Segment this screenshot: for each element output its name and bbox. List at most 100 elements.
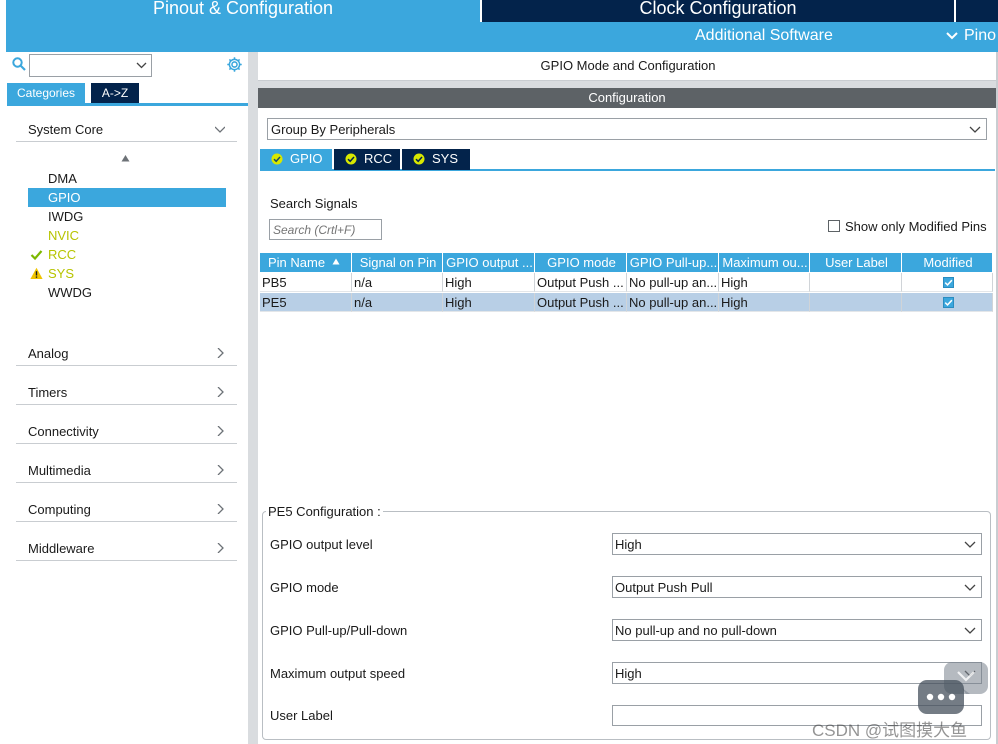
peripheral-label: DMA [48,171,77,186]
select-value: No pull-up and no pull-down [615,623,777,638]
peripheral-item-sys[interactable]: SYS [28,264,226,283]
cell-user-label [810,273,902,292]
column-header-output-level[interactable]: GPIO output ... [443,253,535,272]
tab-sys[interactable]: SYS [402,149,470,170]
peripheral-item-gpio[interactable]: GPIO [28,188,226,207]
section-label: Computing [28,502,91,517]
peripheral-label: IWDG [48,209,84,224]
section-multimedia[interactable]: Multimedia [16,459,237,483]
pe5-configuration-title: PE5 Configuration : [266,504,383,519]
chevron-down-icon [969,126,981,133]
show-modified-label: Show only Modified Pins [845,219,987,234]
sort-ascending-icon [332,258,340,265]
config-label-gpio-mode: GPIO mode [270,580,339,595]
section-label: Timers [28,385,68,400]
chevron-down-icon [946,32,958,40]
search-icon[interactable] [12,57,26,71]
output-level-select[interactable]: High [612,533,982,555]
peripheral-label: RCC [48,247,77,262]
chevron-right-icon [217,387,224,397]
section-connectivity[interactable]: Connectivity [16,420,237,444]
column-header-gpio-mode[interactable]: GPIO mode [535,253,627,272]
gear-icon[interactable] [226,56,243,73]
section-label: Multimedia [28,463,91,478]
search-signals-input[interactable] [269,219,382,240]
chevron-right-icon [217,543,224,553]
section-label: System Core [28,122,104,137]
select-value: High [615,537,642,552]
additional-software-link[interactable]: Additional Software [695,27,833,45]
chevron-down-icon [964,541,976,548]
modified-checkbox[interactable] [943,297,954,308]
panel-separator [258,81,998,88]
tab-clock-configuration[interactable]: Clock Configuration [482,0,954,22]
peripheral-item-wwdg[interactable]: WWDG [28,283,226,302]
column-header-max-speed[interactable]: Maximum ou... [719,253,810,272]
section-analog[interactable]: Analog [16,342,237,366]
section-system-core[interactable]: System Core [16,118,237,142]
column-header-pin-name[interactable]: Pin Name [260,253,352,272]
cell-pull: No pull-up an... [627,273,719,292]
select-value: High [615,666,642,681]
section-computing[interactable]: Computing [16,498,237,522]
peripheral-item-rcc[interactable]: RCC [28,245,226,264]
warning-icon [30,267,43,279]
peripheral-label: SYS [48,266,75,281]
pinout-view-label: Pino [964,27,997,44]
app-window: Pinout & Configuration Clock Configurati… [0,0,998,744]
panel-splitter[interactable] [248,52,258,744]
section-label: Analog [28,346,69,361]
tab-project-manager[interactable] [956,0,998,22]
cell-signal: n/a [352,273,443,292]
check-circle-icon [271,153,283,165]
gpio-mode-select[interactable]: Output Push Pull [612,576,982,598]
cell-pin-name: PE5 [260,293,352,312]
tab-a-to-z[interactable]: A->Z [91,83,139,103]
tab-label: GPIO [290,151,323,166]
tab-pinout-configuration[interactable]: Pinout & Configuration [6,0,480,22]
tab-categories[interactable]: Categories [7,83,85,103]
peripheral-search-combo[interactable] [29,54,152,77]
table-row[interactable]: PE5 n/a High Output Push ... No pull-up … [260,293,993,312]
chat-bubble-icon[interactable] [918,662,990,720]
tab-label: SYS [432,151,459,166]
peripheral-label: NVIC [48,228,80,243]
section-timers[interactable]: Timers [16,381,237,405]
column-header-modified[interactable]: Modified [902,253,993,272]
tab-gpio[interactable]: GPIO [260,149,332,170]
column-title: Pin Name [268,255,326,270]
group-by-select[interactable]: Group By Peripherals [267,118,987,140]
column-header-signal[interactable]: Signal on Pin [352,253,443,272]
chevron-down-icon [215,126,225,133]
cell-max-speed: High [719,293,810,312]
cell-user-label [810,293,902,312]
section-middleware[interactable]: Middleware [16,537,237,561]
cell-output-level: High [443,293,535,312]
tab-rcc[interactable]: RCC [334,149,400,170]
mode-configuration-title: GPIO Mode and Configuration [258,52,998,81]
modified-checkbox[interactable] [943,277,954,288]
pull-select[interactable]: No pull-up and no pull-down [612,619,982,641]
cell-pin-name: PB5 [260,273,352,292]
tab-label: RCC [364,151,393,166]
watermark: CSDN @试图摸大鱼 [812,721,968,740]
sort-ascending-icon[interactable] [121,154,130,163]
section-label: Connectivity [28,424,99,439]
cell-pull: No pull-up an... [627,293,719,312]
column-header-user-label[interactable]: User Label [810,253,902,272]
peripheral-item-nvic[interactable]: NVIC [28,226,226,245]
select-value: Output Push Pull [615,580,713,595]
config-label-output-level: GPIO output level [270,537,373,552]
peripheral-item-dma[interactable]: DMA [28,169,226,188]
category-tabs: Categories A->Z [7,83,248,106]
chevron-down-icon[interactable] [136,61,147,69]
search-signals-label: Search Signals [270,196,358,211]
show-modified-checkbox[interactable] [828,220,840,232]
cell-modified [902,273,993,292]
pinout-view-menu[interactable]: Pino [946,27,996,45]
column-header-pull[interactable]: GPIO Pull-up... [627,253,719,272]
config-label-user-label: User Label [270,708,333,723]
table-row[interactable]: PB5 n/a High Output Push ... No pull-up … [260,273,993,292]
peripheral-item-iwdg[interactable]: IWDG [28,207,226,226]
configuration-header: Configuration [258,88,996,108]
